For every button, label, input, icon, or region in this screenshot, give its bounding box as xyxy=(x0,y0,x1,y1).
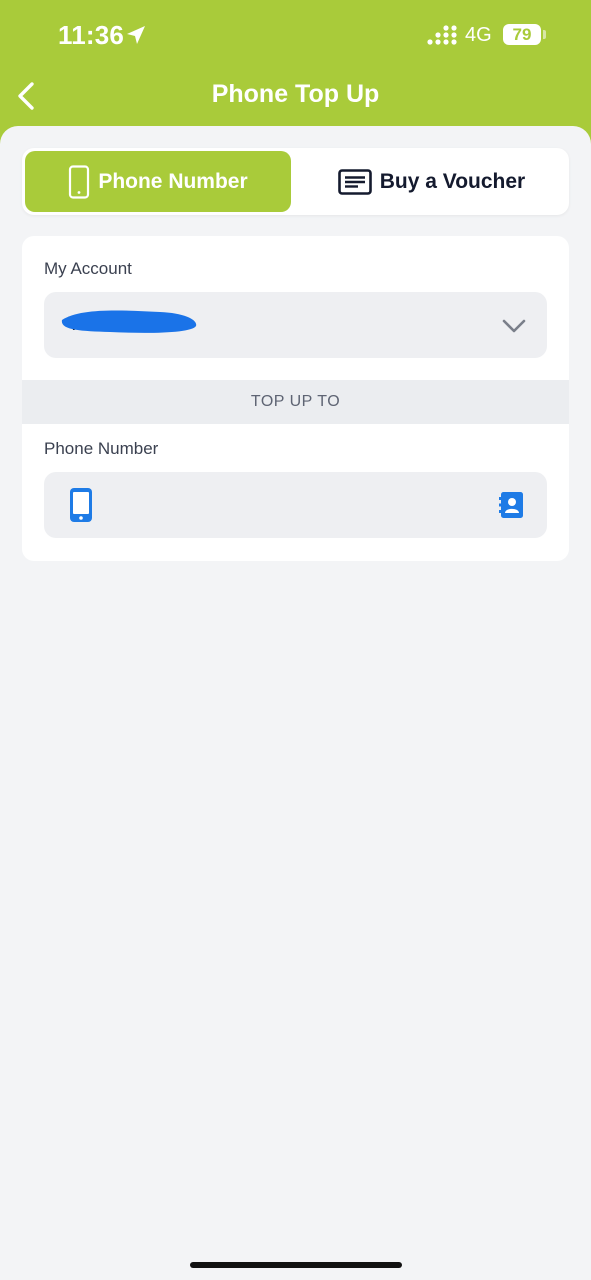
phone-top-up-screen: 11:36 4G 79 Phone Top Up Phone Number Bu… xyxy=(0,0,591,1280)
phone-number-input[interactable] xyxy=(104,472,484,538)
contacts-book-icon[interactable] xyxy=(499,492,525,518)
account-label: My Account xyxy=(44,259,132,278)
tab-label: Buy a Voucher xyxy=(379,169,526,193)
status-bar: 11:36 4G 79 xyxy=(0,0,591,70)
tab-phone-number[interactable]: Phone Number xyxy=(25,151,291,212)
content-sheet: Phone Number Buy a Voucher My Account To xyxy=(0,126,591,1280)
chevron-down-icon xyxy=(502,319,526,333)
home-indicator xyxy=(190,1262,402,1268)
status-time: 11:36 xyxy=(58,20,125,50)
phone-number-field xyxy=(44,472,547,538)
account-dropdown[interactable]: To xyxy=(44,292,547,358)
tab-buy-voucher[interactable]: Buy a Voucher xyxy=(297,151,566,212)
network-type: 4G xyxy=(465,24,492,46)
mobile-phone-icon xyxy=(69,164,90,199)
section-header: TOP UP TO xyxy=(22,380,569,424)
page-title: Phone Top Up xyxy=(211,80,380,108)
voucher-icon xyxy=(337,168,372,195)
phone-label: Phone Number xyxy=(44,439,159,458)
nav-bar: Phone Top Up xyxy=(0,70,591,125)
redaction-scribble xyxy=(61,310,197,333)
mobile-phone-icon xyxy=(70,488,92,522)
segmented-tabs: Phone Number Buy a Voucher xyxy=(22,148,569,215)
tab-label: Phone Number xyxy=(98,169,248,193)
signal-icon xyxy=(427,25,457,45)
location-arrow-icon xyxy=(127,26,145,44)
battery-tip xyxy=(543,30,546,39)
battery-icon: 79 xyxy=(503,24,541,45)
top-up-card: My Account To TOP UP TO Phone Number xyxy=(22,236,569,561)
